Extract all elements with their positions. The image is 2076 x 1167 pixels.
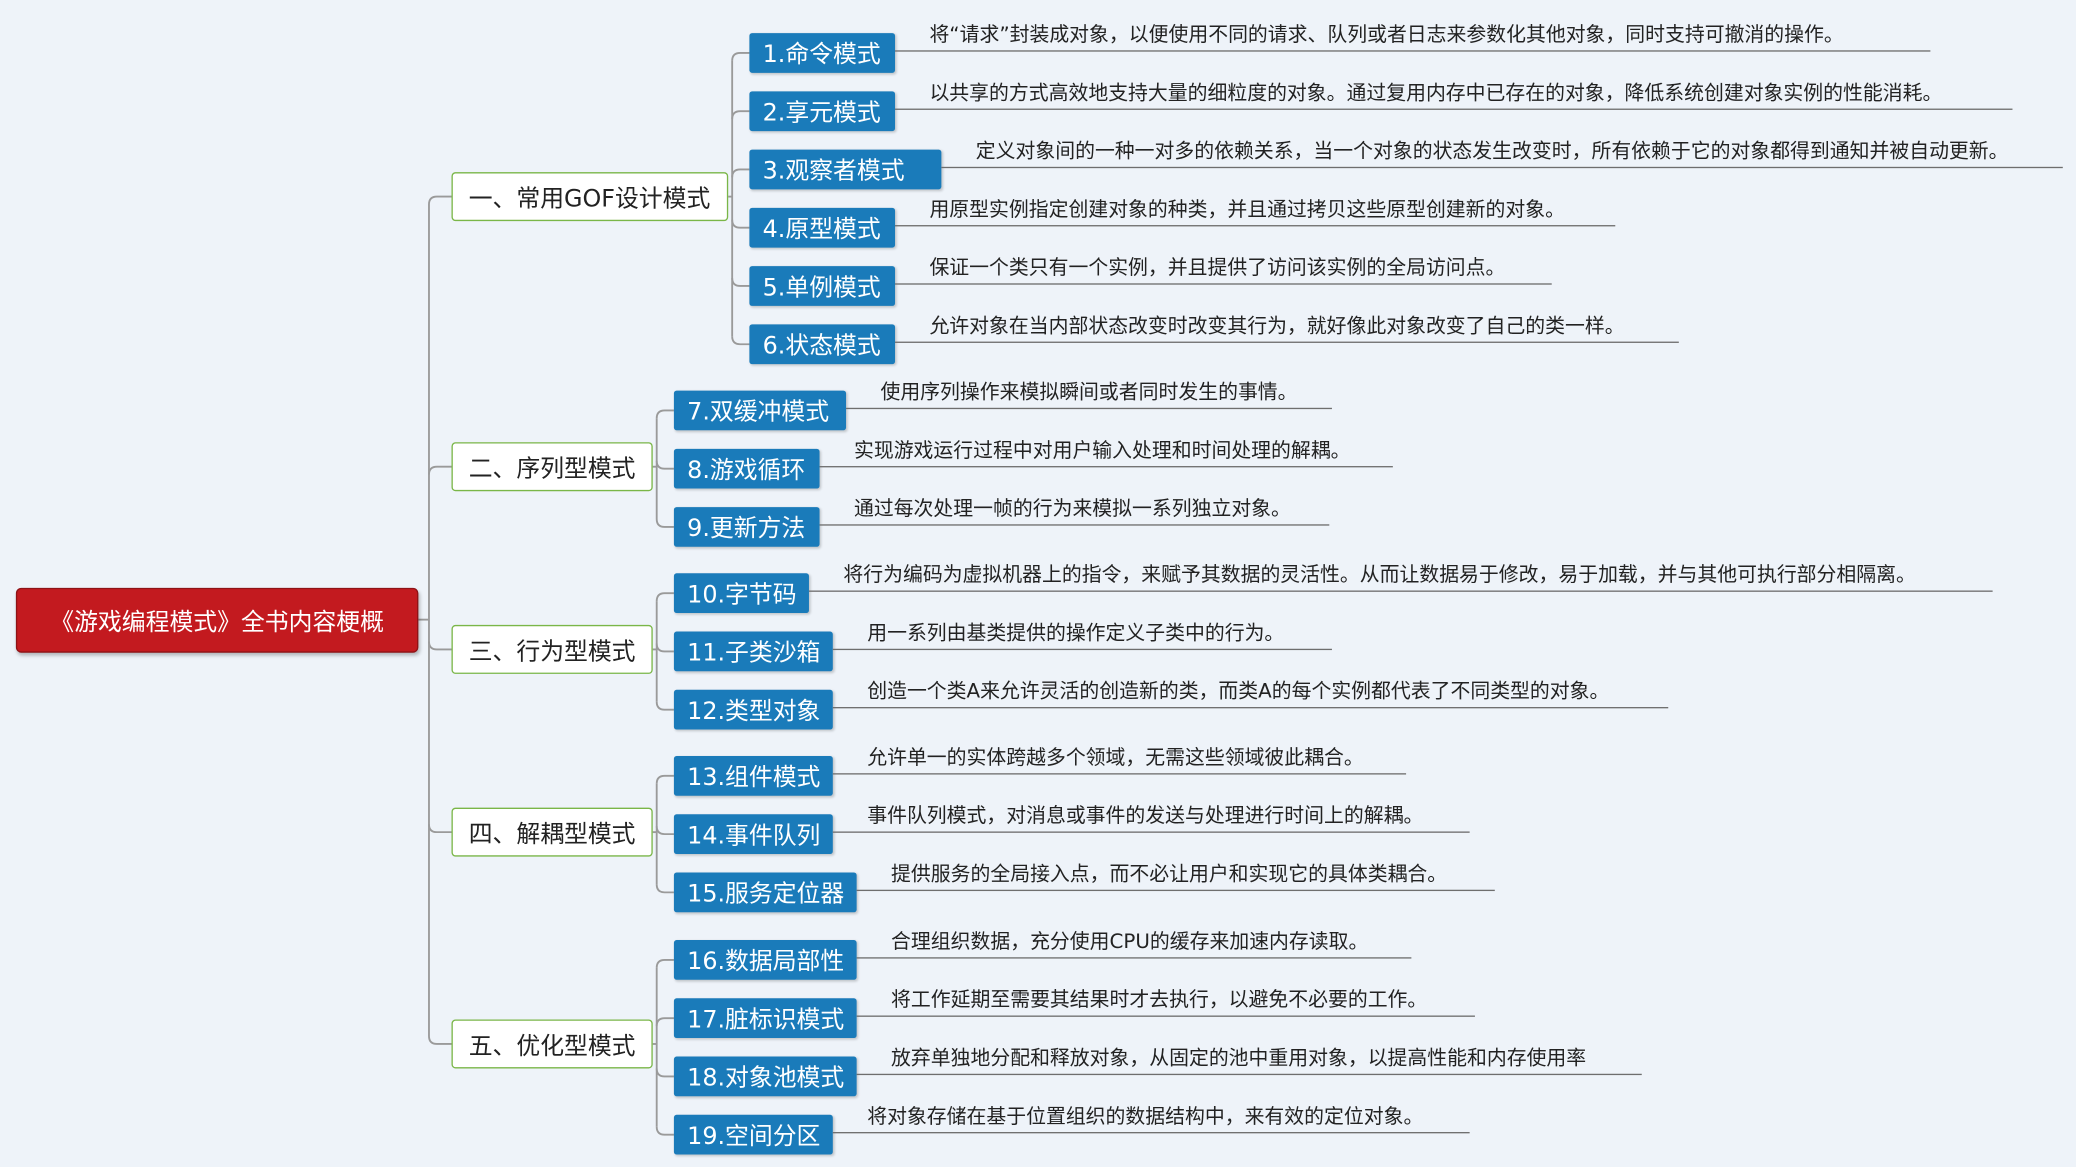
- description-underline: [832, 707, 1669, 709]
- pattern-description: 实现游戏运行过程中对用户输入处理和时间处理的解耦。: [853, 438, 1351, 463]
- description-underline: [895, 50, 1931, 52]
- pattern-12[interactable]: 12.类型对象: [673, 689, 833, 730]
- description-underline: [856, 1073, 1642, 1076]
- category-3[interactable]: 三、行为型模式: [451, 624, 653, 674]
- description-underline: [895, 341, 1679, 343]
- description-underline: [856, 1015, 1475, 1017]
- pattern-6[interactable]: 6.状态模式: [749, 324, 896, 365]
- pattern-description: 定义对象间的一种一对多的依赖关系，当一个对象的状态发生改变时，所有依赖于它的对象…: [975, 139, 2009, 163]
- pattern-1[interactable]: 1.命令模式: [749, 33, 896, 73]
- pattern-16[interactable]: 16.数据局部性: [673, 940, 857, 980]
- pattern-description: 创造一个类A来允许灵活的创造新的类，而类A的每个实例都代表了不同类型的对象。: [867, 679, 1610, 704]
- description-underline: [895, 283, 1552, 285]
- category-5[interactable]: 五、优化型模式: [451, 1019, 653, 1069]
- description-underline: [895, 225, 1616, 227]
- pattern-description: 事件队列模式，对消息或事件的发送与处理进行时间上的解耦。: [867, 803, 1424, 828]
- pattern-7[interactable]: 7.双缓冲模式: [673, 390, 847, 431]
- description-underline: [832, 831, 1470, 833]
- pattern-description: 以共享的方式高效地支持大量的细粒度的对象。通过复用内存中已存在的对象，降低系统创…: [929, 80, 1943, 105]
- category-1[interactable]: 一、常用GOF设计模式: [451, 172, 729, 222]
- description-underline: [895, 108, 2013, 110]
- pattern-15[interactable]: 15.服务定位器: [673, 872, 857, 913]
- description-underline: [819, 466, 1393, 468]
- pattern-17[interactable]: 17.脏标识模式: [673, 998, 857, 1039]
- root-topic[interactable]: 《游戏编程模式》全书内容梗概: [15, 587, 419, 653]
- description-underline: [856, 957, 1412, 959]
- pattern-14[interactable]: 14.事件队列: [673, 814, 833, 854]
- pattern-description: 通过每次处理一帧的行为来模拟一系列独立对象。: [853, 496, 1291, 521]
- pattern-19[interactable]: 19.空间分区: [673, 1114, 833, 1155]
- pattern-description: 放弃单独地分配和释放对象，从固定的池中重用对象，以提高性能和内存使用率: [891, 1045, 1587, 1070]
- pattern-description: 将“请求”封装成对象，以便使用不同的请求、队列或者日志来参数化其他对象，同时支持…: [929, 22, 1844, 47]
- description-underline: [832, 648, 1332, 651]
- pattern-3[interactable]: 3.观察者模式: [749, 149, 942, 190]
- pattern-description: 使用序列操作来模拟瞬间或者同时发生的事情。: [880, 379, 1298, 404]
- pattern-description: 用一系列由基类提供的操作定义子类中的行为。: [867, 620, 1285, 645]
- pattern-9[interactable]: 9.更新方法: [673, 507, 820, 547]
- pattern-8[interactable]: 8.游戏循环: [673, 448, 820, 489]
- description-underline: [856, 889, 1495, 892]
- category-4[interactable]: 四、解耦型模式: [451, 807, 653, 857]
- mind-map: 《游戏编程模式》全书内容梗概 一、常用GOF设计模式 1.命令模式 将“请求”封装成…: [0, 0, 2076, 1166]
- pattern-description: 允许单一的实体跨越多个领域，无需这些领域彼此耦合。: [867, 745, 1364, 770]
- pattern-4[interactable]: 4.原型模式: [749, 207, 896, 248]
- pattern-description: 保证一个类只有一个实例，并且提供了访问该实例的全局访问点。: [929, 255, 1506, 280]
- description-underline: [819, 524, 1330, 526]
- pattern-description: 用原型实例指定创建对象的种类，并且通过拷贝这些原型创建新的对象。: [929, 197, 1565, 222]
- pattern-10[interactable]: 10.字节码: [673, 573, 809, 614]
- category-2[interactable]: 二、序列型模式: [451, 442, 653, 492]
- description-underline: [832, 773, 1407, 775]
- pattern-2[interactable]: 2.享元模式: [749, 91, 896, 132]
- pattern-11[interactable]: 11.子类沙箱: [673, 631, 833, 672]
- pattern-description: 允许对象在当内部状态改变时改变其行为，就好像此对象改变了自己的类一样。: [929, 313, 1625, 338]
- pattern-description: 将对象存储在基于位置组织的数据结构中，来有效的定位对象。: [867, 1104, 1424, 1129]
- pattern-description: 将工作延期至需要其结果时才去执行，以避免不必要的工作。: [891, 987, 1428, 1012]
- pattern-description: 合理组织数据，充分使用CPU的缓存来加速内存读取。: [891, 929, 1369, 954]
- pattern-description: 将行为编码为虚拟机器上的指令，来赋予其数据的灵活性。从而让数据易于修改，易于加载…: [843, 562, 1916, 587]
- description-underline: [846, 407, 1332, 410]
- pattern-13[interactable]: 13.组件模式: [673, 756, 833, 796]
- pattern-description: 提供服务的全局接入点，而不必让用户和实现它的具体类耦合。: [891, 861, 1448, 886]
- description-underline: [941, 166, 2063, 169]
- pattern-5[interactable]: 5.单例模式: [749, 266, 896, 306]
- pattern-18[interactable]: 18.对象池模式: [673, 1056, 857, 1097]
- description-underline: [808, 590, 1993, 592]
- description-underline: [832, 1132, 1470, 1134]
